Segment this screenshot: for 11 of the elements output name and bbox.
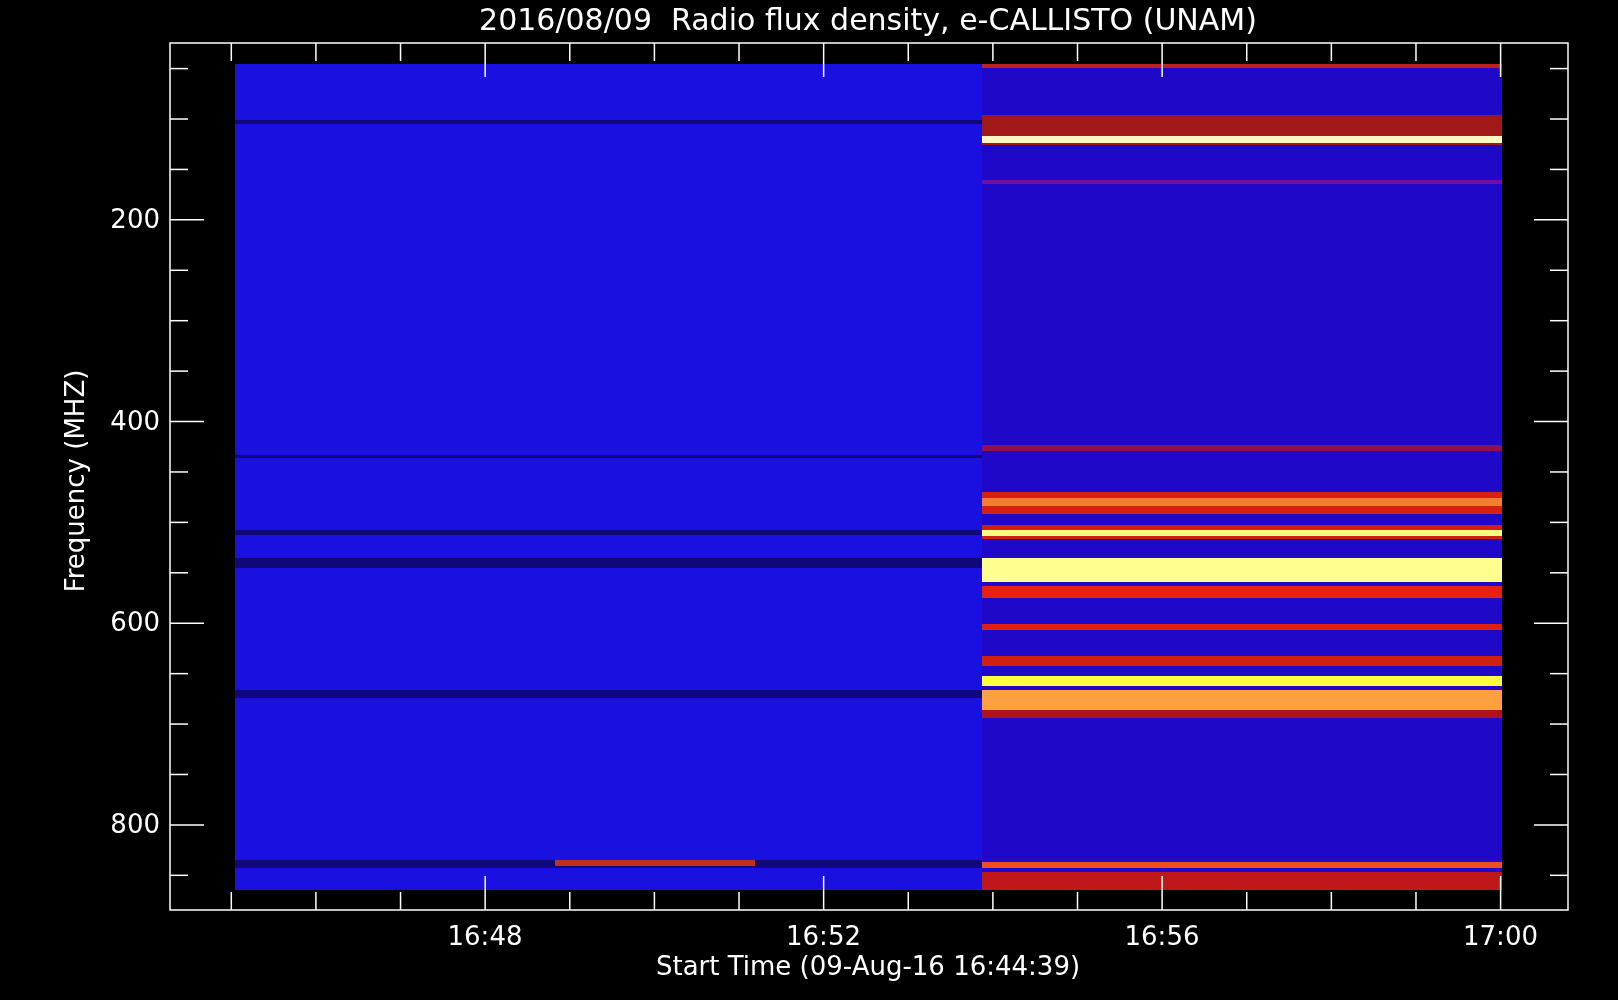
chart-title: 2016/08/09 Radio flux density, e-CALLISTO (UNAM) [479, 2, 1257, 37]
x-tick-label: 17:00 [1463, 921, 1538, 951]
x-axis-label: Start Time (09-Aug-16 16:44:39) [655, 951, 1081, 981]
x-tick-label: 16:48 [447, 921, 523, 951]
y-tick-label: 600 [110, 607, 160, 638]
y-tick-label: 400 [110, 405, 160, 436]
y-tick-label: 200 [110, 204, 160, 234]
x-tick-label: 16:56 [1124, 921, 1200, 951]
y-tick-label: 800 [110, 809, 160, 840]
x-tick-label: 16:52 [786, 921, 861, 951]
y-axis-label: Frequency (MHZ) [60, 369, 90, 593]
